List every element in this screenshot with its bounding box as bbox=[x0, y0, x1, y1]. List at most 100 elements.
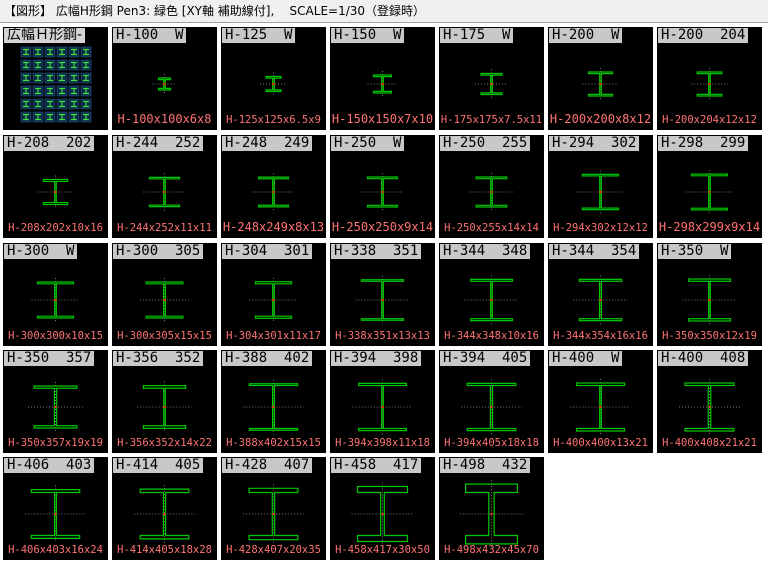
preview-mini-section bbox=[68, 46, 80, 58]
tile-section[interactable]: H-150x150x7x10 H-150 W bbox=[330, 27, 435, 130]
tile-section[interactable]: H-338x351x13x13 H-338 351 bbox=[330, 243, 435, 346]
tile-section[interactable]: H-344x348x10x16 H-344 348 bbox=[439, 243, 544, 346]
section-dimension-text: H-400x408x21x21 bbox=[662, 436, 757, 449]
preview-mini-section bbox=[68, 85, 80, 97]
section-dimension-text: H-300x300x10x15 bbox=[8, 329, 103, 342]
preview-mini-section bbox=[20, 59, 32, 71]
center-mark bbox=[163, 512, 166, 516]
center-mark bbox=[708, 298, 711, 302]
tile-section[interactable]: H-200x200x8x12 H-200 W bbox=[548, 27, 653, 130]
tile-section[interactable]: H-400x400x13x21 H-400 W bbox=[548, 350, 653, 453]
tile-section[interactable]: H-250x250x9x14 H-250 W bbox=[330, 135, 435, 238]
preview-mini-section bbox=[44, 59, 56, 71]
tile-section[interactable]: H-125x125x6.5x9 H-125 W bbox=[221, 27, 326, 130]
tile-preview[interactable]: 広幅Ｈ形鋼- bbox=[3, 27, 108, 130]
preview-mini-section bbox=[44, 46, 56, 58]
tile-section[interactable]: H-406x403x16x24 H-406 403 bbox=[3, 457, 108, 560]
tile-section[interactable]: H-248x249x8x13 H-248 249 bbox=[221, 135, 326, 238]
tile-section[interactable]: H-458x417x30x50 H-458 417 bbox=[330, 457, 435, 560]
section-dimension-text: H-125x125x6.5x9 bbox=[226, 113, 321, 126]
preview-mini-section bbox=[68, 98, 80, 110]
tile-section[interactable]: H-414x405x18x28 H-414 405 bbox=[112, 457, 217, 560]
preview-mini-section bbox=[80, 98, 92, 110]
section-dimension-text: H-406x403x16x24 bbox=[8, 543, 103, 556]
tile-section[interactable]: H-244x252x11x11 H-244 252 bbox=[112, 135, 217, 238]
preview-mini-section bbox=[44, 111, 56, 123]
tile-label: H-200 W bbox=[549, 28, 623, 43]
tile-section[interactable]: H-208x202x10x16 H-208 202 bbox=[3, 135, 108, 238]
preview-mini-section bbox=[56, 111, 68, 123]
tile-section[interactable]: H-400x408x21x21 H-400 408 bbox=[657, 350, 762, 453]
center-mark bbox=[272, 405, 275, 409]
tile-section[interactable]: H-350x350x12x19 H-350 W bbox=[657, 243, 762, 346]
preview-mini-section bbox=[32, 111, 44, 123]
center-mark bbox=[381, 298, 384, 302]
tile-section[interactable]: H-428x407x20x35 H-428 407 bbox=[221, 457, 326, 560]
window-title-bar: 【図形】 広幅H形鋼 Pen3: 緑色 [XY軸 補助線付], SCALE=1/… bbox=[0, 0, 768, 22]
tile-label: H-394 398 bbox=[331, 351, 422, 366]
tile-section[interactable]: H-294x302x12x12 H-294 302 bbox=[548, 135, 653, 238]
tile-section[interactable]: H-175x175x7.5x11 H-175 W bbox=[439, 27, 544, 130]
tile-label: H-304 301 bbox=[222, 244, 313, 259]
tile-section[interactable]: H-300x300x10x15 H-300 W bbox=[3, 243, 108, 346]
center-mark bbox=[54, 512, 57, 516]
tile-section[interactable]: H-394x405x18x18 H-394 405 bbox=[439, 350, 544, 453]
center-mark bbox=[599, 190, 602, 194]
tile-section[interactable]: H-200x204x12x12 H-200 204 bbox=[657, 27, 762, 130]
tile-label: H-200 204 bbox=[658, 28, 749, 43]
center-mark bbox=[599, 405, 602, 409]
preview-mini-section bbox=[80, 111, 92, 123]
tile-section[interactable]: H-498x432x45x70 H-498 432 bbox=[439, 457, 544, 560]
preview-mini-section bbox=[44, 98, 56, 110]
center-mark bbox=[54, 405, 57, 409]
section-dimension-text: H-250x255x14x14 bbox=[444, 221, 539, 234]
section-dimension-text: H-344x354x16x16 bbox=[553, 329, 648, 342]
center-mark bbox=[272, 82, 275, 86]
tile-label: H-388 402 bbox=[222, 351, 313, 366]
tile-label: H-250 255 bbox=[440, 136, 531, 151]
center-mark bbox=[381, 82, 384, 86]
tile-label: H-400 408 bbox=[658, 351, 749, 366]
tile-section[interactable]: H-344x354x16x16 H-344 354 bbox=[548, 243, 653, 346]
tile-label: H-338 351 bbox=[331, 244, 422, 259]
section-dimension-text: H-338x351x13x13 bbox=[335, 329, 430, 342]
center-mark bbox=[599, 82, 602, 86]
tile-section[interactable]: H-356x352x14x22 H-356 352 bbox=[112, 350, 217, 453]
tile-section[interactable]: H-250x255x14x14 H-250 255 bbox=[439, 135, 544, 238]
tile-label: H-350 W bbox=[658, 244, 732, 259]
center-mark bbox=[708, 190, 711, 194]
tile-label: H-294 302 bbox=[549, 136, 640, 151]
section-dimension-text: H-100x100x6x8 bbox=[117, 112, 212, 126]
tile-section[interactable]: H-298x299x9x14 H-298 299 bbox=[657, 135, 762, 238]
tile-section[interactable]: H-388x402x15x15 H-388 402 bbox=[221, 350, 326, 453]
center-mark bbox=[708, 405, 711, 409]
tile-section[interactable]: H-394x398x11x18 H-394 398 bbox=[330, 350, 435, 453]
preview-mini-section bbox=[56, 59, 68, 71]
preview-mini-section bbox=[56, 72, 68, 84]
tile-label: H-406 403 bbox=[4, 458, 95, 473]
section-gallery: 広幅Ｈ形鋼- H-100x100x6x8 H-100 W H-125x125x6.5x… bbox=[0, 22, 768, 570]
preview-mini-section bbox=[20, 98, 32, 110]
center-mark bbox=[490, 82, 493, 86]
tile-section[interactable]: H-350x357x19x19 H-350 357 bbox=[3, 350, 108, 453]
tile-label: H-298 299 bbox=[658, 136, 749, 151]
preview-mini-section bbox=[32, 98, 44, 110]
tile-label: H-100 W bbox=[113, 28, 187, 43]
tile-section[interactable]: H-100x100x6x8 H-100 W bbox=[111, 26, 218, 131]
tile-label: H-400 W bbox=[549, 351, 623, 366]
tile-label: H-125 W bbox=[222, 28, 296, 43]
section-dimension-text: H-344x348x10x16 bbox=[444, 329, 539, 342]
tile-section[interactable]: H-304x301x11x17 H-304 301 bbox=[221, 243, 326, 346]
center-mark bbox=[490, 190, 493, 194]
tile-section[interactable]: H-300x305x15x15 H-300 305 bbox=[112, 243, 217, 346]
tile-label: H-175 W bbox=[440, 28, 514, 43]
center-mark bbox=[708, 82, 711, 86]
center-mark bbox=[163, 190, 166, 194]
section-dimension-text: H-208x202x10x16 bbox=[8, 221, 103, 234]
preview-mini-section bbox=[32, 46, 44, 58]
section-dimension-text: H-200x204x12x12 bbox=[662, 113, 757, 126]
preview-mini-section bbox=[44, 85, 56, 97]
section-dimension-text: H-250x250x9x14 bbox=[331, 220, 434, 234]
preview-mini-section bbox=[80, 72, 92, 84]
section-dimension-text: H-298x299x9x14 bbox=[658, 220, 761, 234]
